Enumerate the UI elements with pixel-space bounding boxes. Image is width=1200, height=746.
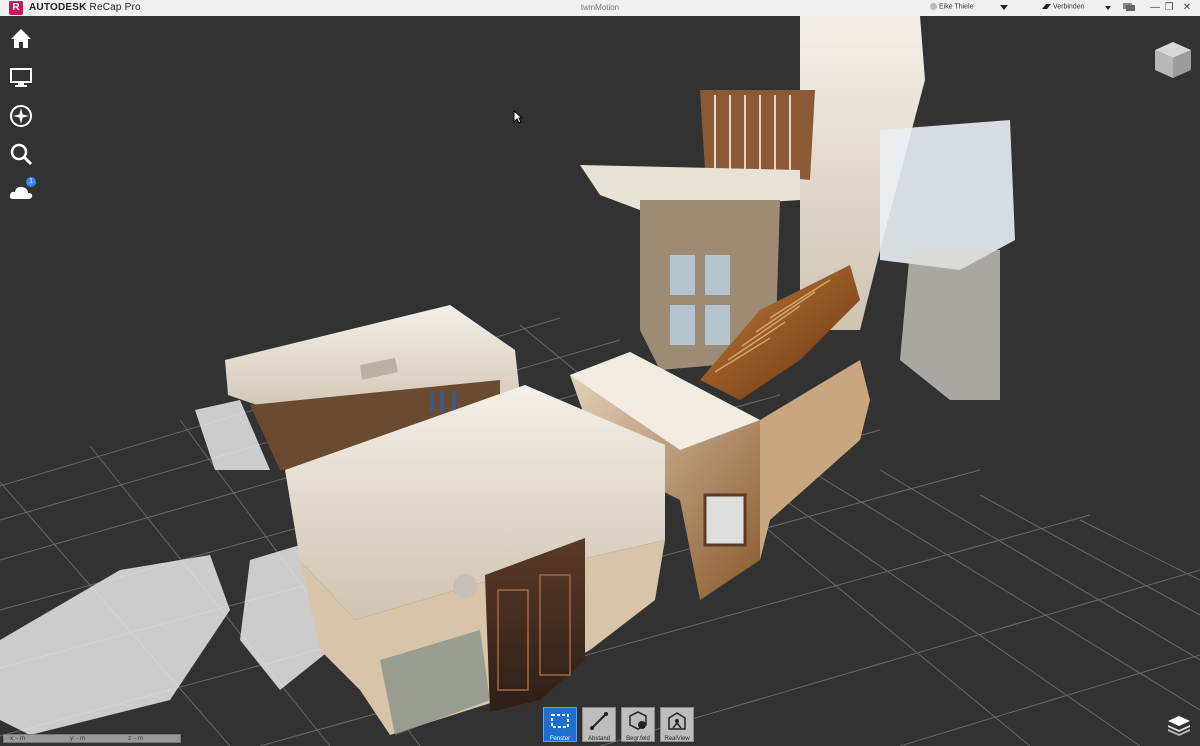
chat-icon[interactable]	[1123, 3, 1135, 12]
home-icon	[11, 29, 31, 48]
user-dropdown-icon[interactable]	[1000, 5, 1008, 10]
tool-fenster-button[interactable]: Fenster	[543, 707, 577, 742]
connect-icon	[1042, 4, 1051, 9]
view-button[interactable]	[8, 64, 34, 90]
document-title: twinMotion	[580, 3, 620, 12]
search-button[interactable]	[8, 141, 34, 167]
coord-x: x: - m	[10, 736, 25, 742]
connect-dropdown-icon[interactable]	[1105, 6, 1111, 10]
search-icon	[10, 143, 33, 166]
monitor-icon	[10, 68, 32, 87]
compass-icon	[10, 105, 32, 127]
layers-icon[interactable]	[1166, 714, 1192, 736]
tool-abstand-button[interactable]: Abstand	[582, 707, 616, 742]
user-menu[interactable]: Eike Thiele	[930, 3, 974, 10]
window-select-icon	[551, 714, 569, 728]
user-icon	[930, 3, 937, 10]
tool-label: Fenster	[549, 736, 571, 742]
realview-icon	[668, 712, 686, 730]
tool-label: RealView	[664, 736, 690, 742]
limit-box-icon	[629, 711, 647, 730]
notification-badge: 1	[26, 177, 36, 187]
tool-begrfeld-button[interactable]: Begr.feld	[621, 707, 655, 742]
coord-z: z: - m	[128, 736, 143, 742]
tool-label: Abstand	[587, 736, 611, 742]
title-bar: R AUTODESK ReCap Pro twinMotion Eike Thi…	[0, 0, 1200, 16]
connect-label: Verbinden	[1052, 3, 1085, 11]
point-cloud-scene	[0, 16, 1200, 746]
connect-menu[interactable]: Verbinden	[1042, 3, 1084, 10]
restore-button[interactable]: ❐	[1162, 1, 1176, 15]
tool-realview-button[interactable]: RealView	[660, 707, 694, 742]
home-button[interactable]	[8, 26, 34, 52]
minimize-button[interactable]: —	[1148, 1, 1162, 15]
mouse-cursor-icon	[513, 110, 523, 124]
user-name: Eike Thiele	[939, 3, 974, 11]
close-button[interactable]: ✕	[1180, 1, 1194, 15]
point-cloud-viewport[interactable]: 1	[0, 16, 1200, 746]
coordinate-readout: x: - m y: - m z: - m	[3, 734, 181, 743]
viewcube-icon[interactable]	[1153, 40, 1193, 80]
tool-label: Begr.feld	[626, 736, 650, 742]
measure-distance-icon	[590, 712, 608, 730]
cloud-button[interactable]: 1	[8, 177, 36, 205]
navigation-button[interactable]	[8, 103, 34, 129]
coord-y: y: - m	[70, 736, 85, 742]
